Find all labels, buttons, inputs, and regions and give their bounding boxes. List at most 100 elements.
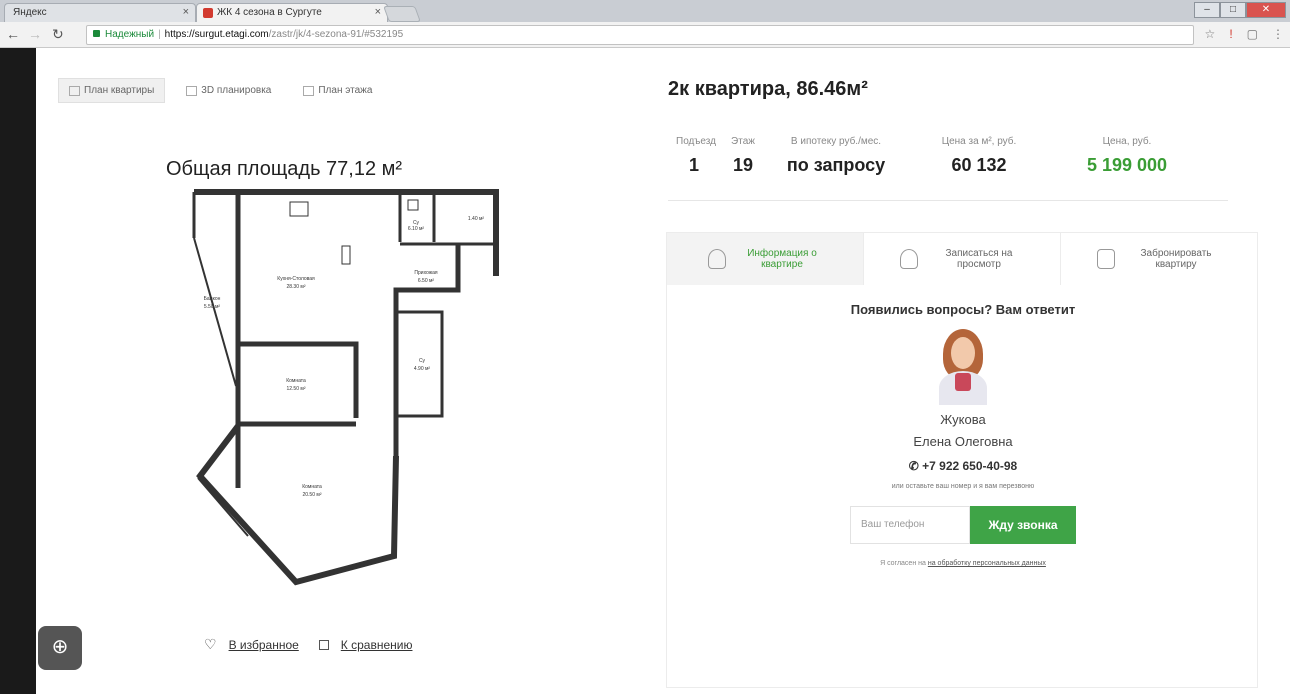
consent-link[interactable]: на обработку персональных данных bbox=[928, 560, 1046, 567]
total-area-title: Общая площадь 77,12 м² bbox=[166, 158, 403, 180]
url-input[interactable]: Надежный | https://surgut.etagi.com/zastr/… bbox=[86, 25, 1194, 45]
add-to-favorites[interactable]: ♡ В избранное bbox=[204, 636, 299, 653]
consent-text: Я согласен на на обработку персональных … bbox=[853, 558, 1073, 569]
stat-value: 19 bbox=[732, 155, 754, 175]
stat-label: Подъезд bbox=[676, 136, 716, 147]
stat-label: Цена, руб. bbox=[1102, 136, 1152, 147]
toolbar-icons: ☆ ! ▢ ⋮ bbox=[1205, 27, 1284, 41]
stat-value: по запросу bbox=[786, 155, 886, 175]
favorites-link[interactable]: В избранное bbox=[229, 638, 299, 652]
tab-label: Записаться на просмотр bbox=[945, 248, 1013, 270]
tab-label: 3D планировка bbox=[201, 85, 272, 96]
floor-icon bbox=[303, 85, 315, 96]
add-to-compare[interactable]: К сравнению bbox=[318, 636, 413, 653]
agent-surname: Жукова bbox=[940, 412, 986, 427]
cube-icon bbox=[186, 85, 198, 96]
tab-label: План квартиры bbox=[84, 85, 155, 96]
stat-price: Цена, руб. 5 199 000 bbox=[1052, 136, 1202, 176]
extension-icon[interactable]: ▢ bbox=[1247, 27, 1258, 41]
divider bbox=[668, 200, 1228, 201]
apartment-title: 2к квартира, 86.46м² bbox=[668, 78, 868, 100]
agent-avatar bbox=[931, 329, 995, 407]
room-label: Кухня-Столовая bbox=[277, 276, 315, 282]
maximize-button[interactable]: □ bbox=[1220, 2, 1246, 18]
room-label: Комната bbox=[302, 484, 322, 490]
tab-3d-plan[interactable]: 3D планировка bbox=[175, 78, 282, 103]
lock-icon bbox=[1097, 249, 1115, 269]
address-bar-row: ← → ↻ Надежный | https://surgut.etagi.com/… bbox=[0, 22, 1290, 48]
compare-link[interactable]: К сравнению bbox=[341, 638, 413, 652]
stat-label: Цена за м², руб. bbox=[941, 136, 1017, 147]
room-area: 1.40 м² bbox=[468, 216, 485, 222]
stat-label: Этаж bbox=[731, 136, 755, 147]
lock-icon bbox=[93, 30, 100, 37]
extension-icon[interactable]: ! bbox=[1229, 27, 1232, 41]
agent-name: Елена Олеговна bbox=[913, 434, 1013, 449]
tab-title: ЖК 4 сезона в Сургуте bbox=[217, 7, 322, 18]
tab-label: Информация о квартире bbox=[747, 248, 817, 270]
phone-icon: ✆ bbox=[908, 459, 923, 473]
stat-mortgage: В ипотеку руб./мес. по запросу bbox=[766, 136, 906, 176]
reload-icon[interactable]: ↻ bbox=[52, 26, 64, 43]
stat-value: 60 132 bbox=[951, 155, 1007, 175]
stat-value: 1 bbox=[688, 155, 699, 175]
scrollbar[interactable] bbox=[1272, 48, 1290, 694]
tab-label: План этажа bbox=[318, 85, 373, 96]
tab-book-viewing[interactable]: Записаться на просмотр bbox=[863, 233, 1060, 285]
heart-icon: ♡ bbox=[204, 636, 217, 652]
tab-reserve[interactable]: Забронировать квартиру bbox=[1060, 233, 1257, 285]
plan-icon bbox=[69, 85, 80, 96]
url-host: https://surgut.etagi.com bbox=[164, 29, 269, 40]
action-tabs: Информация о квартире Записаться на прос… bbox=[667, 233, 1257, 285]
agent-phone[interactable]: ✆ +7 922 650-40-98 bbox=[667, 459, 1259, 473]
site-favicon-icon bbox=[203, 8, 213, 18]
plan-actions: ♡ В избранное К сравнению bbox=[204, 636, 412, 653]
tab-floor-plan[interactable]: План этажа bbox=[292, 78, 383, 103]
room-area: 28.30 м² bbox=[286, 284, 305, 290]
room-area: 4.90 м² bbox=[414, 366, 431, 372]
stat-price-per-m2: Цена за м², руб. 60 132 bbox=[906, 136, 1052, 176]
compare-checkbox[interactable] bbox=[318, 639, 329, 650]
url-path: /zastr/jk/4-sezona-91/#532195 bbox=[268, 29, 404, 40]
callback-hint: или оставьте ваш номер и я вам перезвоню bbox=[891, 483, 1035, 490]
window-controls: – □ ✕ bbox=[1194, 2, 1286, 18]
scroll-to-top-button[interactable]: ⊕ bbox=[38, 626, 82, 670]
room-label: Балкон bbox=[204, 296, 221, 302]
agent-contact: Появились вопросы? Вам ответит Жукова Ел… bbox=[667, 285, 1259, 569]
room-area: 20.50 м² bbox=[302, 492, 321, 498]
menu-icon[interactable]: ⋮ bbox=[1272, 27, 1284, 41]
page-content: План квартиры 3D планировка План этажа О… bbox=[36, 48, 1272, 694]
callback-button[interactable]: Жду звонка bbox=[970, 506, 1076, 544]
close-tab-icon[interactable]: × bbox=[183, 6, 189, 18]
price-value: 5 199 000 bbox=[1086, 155, 1168, 175]
phone-number: +7 922 650-40-98 bbox=[922, 459, 1018, 473]
tab-apartment-info[interactable]: Информация о квартире bbox=[667, 233, 863, 285]
room-area: 12.50 м² bbox=[286, 386, 305, 392]
calendar-icon bbox=[900, 249, 918, 269]
stat-label: В ипотеку руб./мес. bbox=[790, 136, 882, 147]
back-arrow-icon[interactable]: ← bbox=[6, 26, 20, 42]
browser-tab-active[interactable]: ЖК 4 сезона в Сургуте × bbox=[196, 3, 388, 22]
star-icon[interactable]: ☆ bbox=[1205, 27, 1216, 41]
close-tab-icon[interactable]: × bbox=[375, 6, 381, 18]
room-area: 6.10 м² bbox=[408, 226, 425, 232]
plan-view-tabs: План квартиры 3D планировка План этажа bbox=[58, 78, 383, 103]
new-tab-button[interactable] bbox=[383, 6, 421, 22]
room-area: 6.50 м² bbox=[418, 278, 435, 284]
room-area: 5.50 м² bbox=[204, 304, 221, 310]
close-window-button[interactable]: ✕ bbox=[1246, 2, 1286, 18]
stat-floor: Этаж 19 bbox=[720, 136, 766, 176]
callback-form: Ваш телефон Жду звонка bbox=[667, 506, 1259, 544]
contact-panel: Информация о квартире Записаться на прос… bbox=[666, 232, 1258, 688]
room-label: Прихожая bbox=[414, 270, 437, 276]
apartment-stats: Подъезд 1 Этаж 19 В ипотеку руб./мес. по… bbox=[668, 136, 1202, 176]
room-label: Су bbox=[419, 358, 426, 364]
minimize-button[interactable]: – bbox=[1194, 2, 1220, 18]
floor-plan-drawing: Балкон 5.50 м² Кухня-Столовая 28.30 м² С… bbox=[192, 189, 499, 586]
browser-tab-yandex[interactable]: Яндекс × bbox=[4, 3, 196, 22]
stat-entrance: Подъезд 1 bbox=[668, 136, 720, 176]
tab-label: Забронировать квартиру bbox=[1140, 248, 1212, 270]
forward-arrow-icon[interactable]: → bbox=[28, 26, 42, 42]
tab-apartment-plan[interactable]: План квартиры bbox=[58, 78, 166, 103]
phone-input[interactable]: Ваш телефон bbox=[850, 506, 970, 544]
